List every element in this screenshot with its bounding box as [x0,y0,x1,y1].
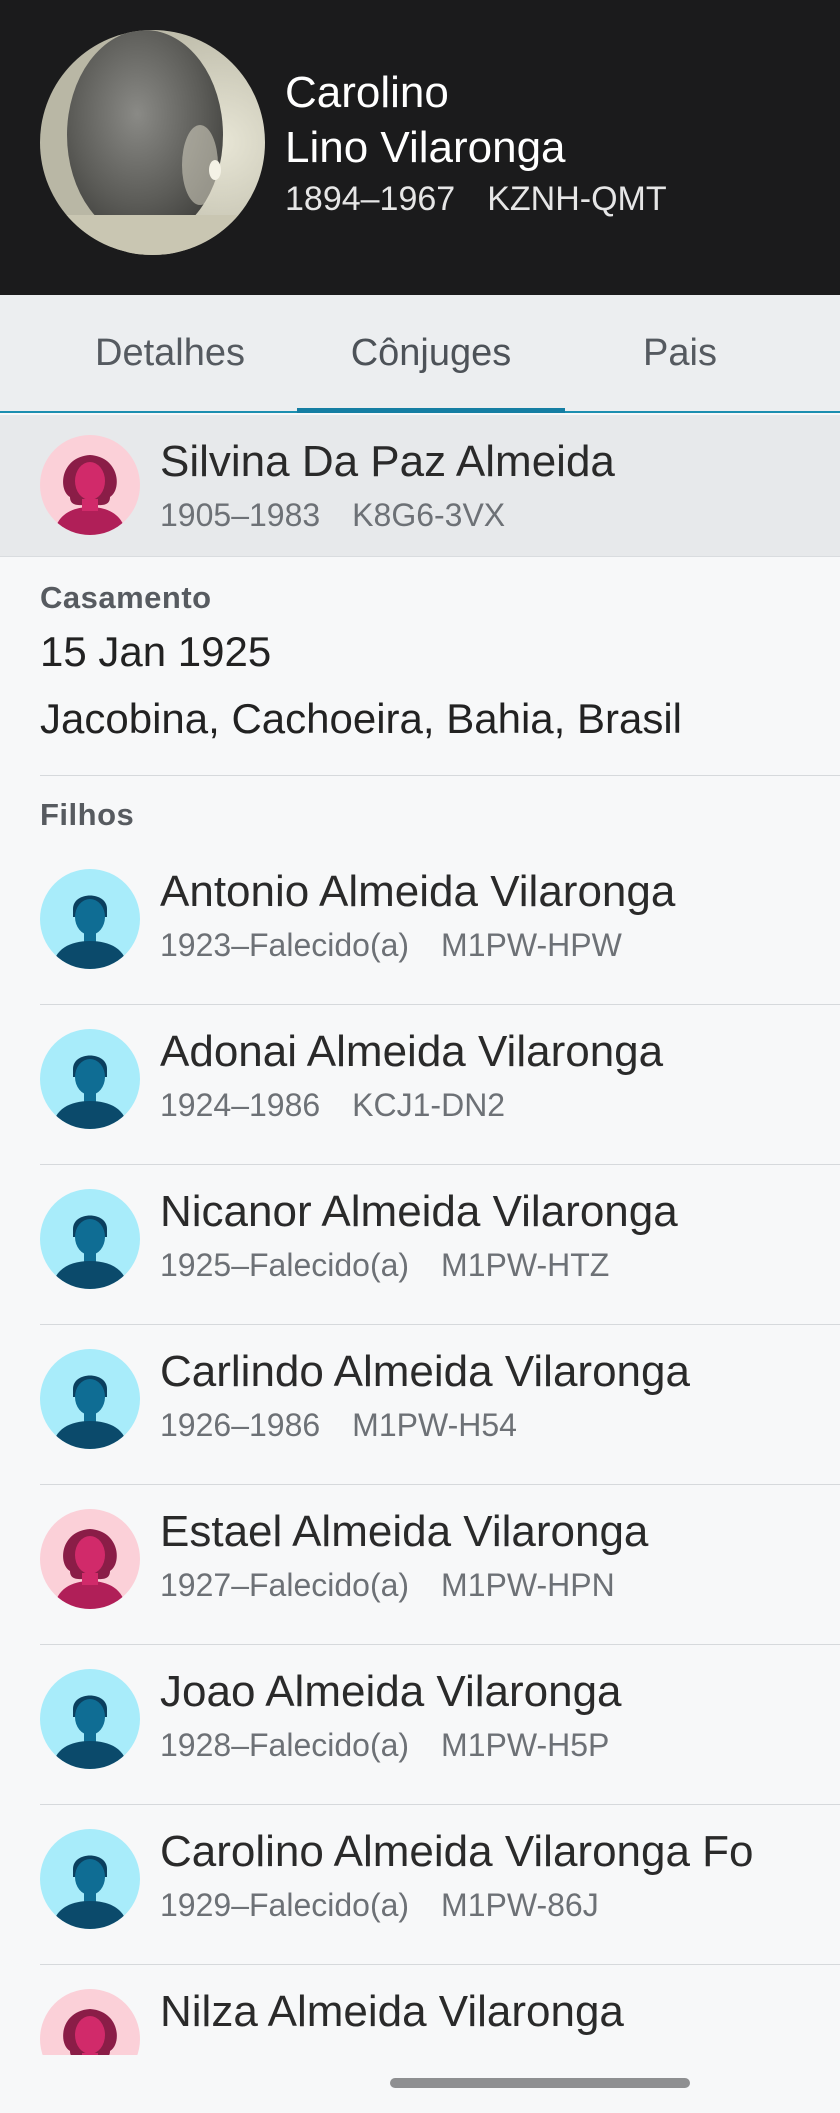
person-name: Carolino Lino Vilaronga [285,65,566,175]
person-header: Carolino Lino Vilaronga 1894–1967 KZNH-QM… [0,0,840,295]
child-row[interactable]: Joao Almeida Vilaronga 1928–Falecido(a) M1… [0,1645,840,1805]
spouse-lifespan: 1905–1983 [160,497,321,533]
child-name: Antonio Almeida Vilaronga [160,867,676,916]
child-id: KCJ1-DN2 [352,1087,506,1123]
person-first-name: Carolino [285,68,449,117]
female-avatar-icon [40,1509,140,1609]
child-name: Nilza Almeida Vilaronga [160,1987,624,2036]
child-name: Adonai Almeida Vilaronga [160,1027,664,1076]
person-id: KZNH-QMT [487,180,667,218]
child-lifespan: 1926–1986 [160,1407,321,1443]
child-lifespan: 1924–1986 [160,1087,321,1123]
male-avatar-icon [40,1669,140,1769]
child-lifespan: 1925–Falecido(a) [160,1247,410,1283]
child-name: Carlindo Almeida Vilaronga [160,1347,690,1396]
child-meta: 1929–Falecido(a) M1PW-86J [160,1887,599,1924]
marriage-label: Casamento [40,580,212,615]
marriage-place: Jacobina, Cachoeira, Bahia, Brasil [40,695,683,742]
tab-conjuges[interactable]: Cônjuges [297,295,565,413]
child-meta: 1923–Falecido(a) M1PW-HPW [160,927,622,964]
male-avatar-icon [40,1189,140,1289]
child-id: M1PW-H5P [441,1727,610,1763]
child-lifespan: 1929–Falecido(a) [160,1887,410,1923]
child-meta: 1927–Falecido(a) M1PW-HPN [160,1567,615,1604]
spouse-meta: 1905–1983 K8G6-3VX [160,497,505,534]
child-lifespan: 1928–Falecido(a) [160,1727,410,1763]
child-name: Estael Almeida Vilaronga [160,1507,649,1556]
male-avatar-icon [40,869,140,969]
child-row[interactable]: Nicanor Almeida Vilaronga 1925–Falecido(a… [0,1165,840,1325]
person-meta: 1894–1967 KZNH-QMT [285,180,667,219]
child-meta: 1928–Falecido(a) M1PW-H5P [160,1727,609,1764]
spouse-name: Silvina Da Paz Almeida [160,437,615,486]
children-label: Filhos [40,797,135,832]
child-id: M1PW-86J [441,1887,599,1923]
child-name: Joao Almeida Vilaronga [160,1667,622,1716]
male-avatar-icon [40,1829,140,1929]
child-row[interactable]: Carolino Almeida Vilaronga Fo 1929–Faleci… [0,1805,840,1965]
tab-detalhes[interactable]: Detalhes [60,295,280,411]
child-meta: 1925–Falecido(a) M1PW-HTZ [160,1247,609,1284]
divider [40,775,840,776]
child-lifespan: 1927–Falecido(a) [160,1567,410,1603]
child-row[interactable]: Antonio Almeida Vilaronga 1923–Falecido(a… [0,845,840,1005]
spouse-id: K8G6-3VX [352,497,506,533]
child-name: Nicanor Almeida Vilaronga [160,1187,678,1236]
marriage-date: 15 Jan 1925 [40,628,272,675]
tab-bar: Detalhes Cônjuges Pais [0,295,840,413]
child-row[interactable]: Carlindo Almeida Vilaronga 1926–1986 M1PW-… [0,1325,840,1485]
spouse-row[interactable]: Silvina Da Paz Almeida 1905–1983 K8G6-3VX [0,415,840,557]
child-row[interactable]: Adonai Almeida Vilaronga 1924–1986 KCJ1-DN… [0,1005,840,1165]
child-lifespan: 1923–Falecido(a) [160,927,410,963]
child-id: M1PW-HPW [441,927,622,963]
person-last-name: Lino Vilaronga [285,123,566,172]
child-id: M1PW-HTZ [441,1247,610,1283]
home-indicator[interactable] [390,2078,690,2088]
child-id: M1PW-H54 [352,1407,517,1443]
child-id: M1PW-HPN [441,1567,615,1603]
male-avatar-icon [40,1029,140,1129]
male-avatar-icon [40,1349,140,1449]
child-name: Carolino Almeida Vilaronga Fo [160,1827,754,1876]
child-meta: 1926–1986 M1PW-H54 [160,1407,517,1444]
child-row[interactable]: Estael Almeida Vilaronga 1927–Falecido(a)… [0,1485,840,1645]
tab-pais[interactable]: Pais [600,295,760,411]
female-avatar-icon [40,435,140,535]
portrait-photo[interactable] [40,30,265,255]
child-meta: 1924–1986 KCJ1-DN2 [160,1087,505,1124]
person-lifespan: 1894–1967 [285,180,456,218]
